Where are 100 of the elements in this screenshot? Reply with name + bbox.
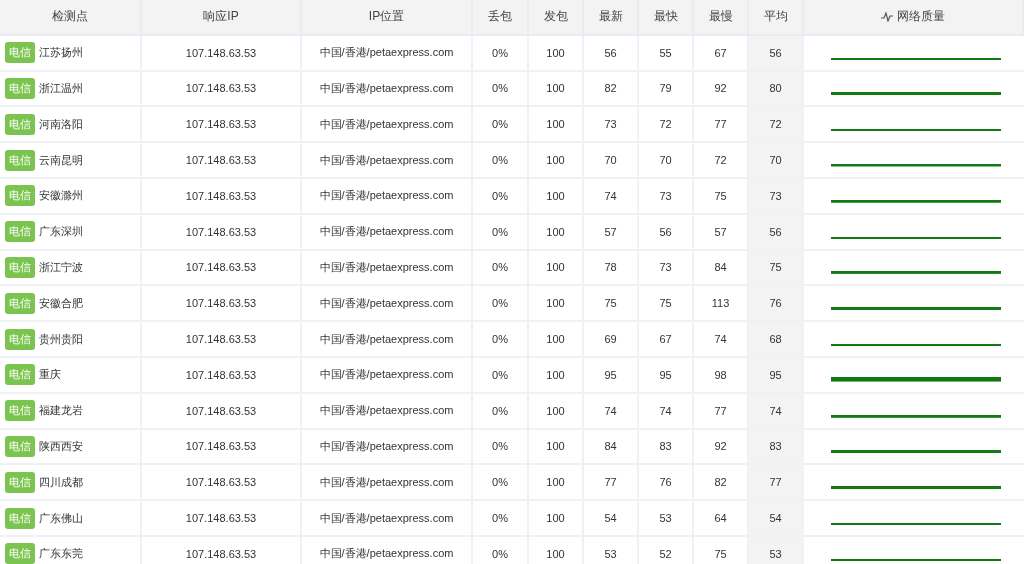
sent-cell: 100 bbox=[529, 71, 584, 108]
isp-tag: 电信 bbox=[5, 256, 35, 278]
sent-cell: 100 bbox=[529, 35, 584, 72]
fastest-cell: 74 bbox=[639, 393, 694, 430]
column-header[interactable]: 丢包 bbox=[473, 0, 529, 36]
location-cell: 中国/香港/petaexpress.com bbox=[302, 143, 473, 179]
location-cell: 中国/香港/petaexpress.com bbox=[302, 71, 473, 108]
checkpoint-name: 重庆 bbox=[39, 367, 61, 383]
column-header[interactable]: 平均 bbox=[749, 0, 804, 36]
ip-cell: 107.148.63.53 bbox=[142, 250, 302, 287]
sent-cell: 100 bbox=[529, 501, 584, 537]
pulse-icon bbox=[881, 11, 893, 22]
average-cell: 75 bbox=[749, 250, 804, 287]
average-cell: 72 bbox=[749, 107, 804, 144]
checkpoint-name: 江苏扬州 bbox=[39, 45, 83, 61]
ip-cell: 107.148.63.53 bbox=[142, 107, 302, 144]
checkpoint-name: 广东深圳 bbox=[39, 224, 83, 240]
location-cell: 中国/香港/petaexpress.com bbox=[302, 501, 473, 537]
location-cell: 中国/香港/petaexpress.com bbox=[302, 107, 473, 144]
column-header[interactable]: 检测点 bbox=[0, 0, 142, 36]
isp-tag: 电信 bbox=[5, 292, 35, 314]
loss-cell: 0% bbox=[473, 143, 529, 179]
column-header[interactable]: 网络质量 bbox=[804, 0, 1024, 36]
fastest-cell: 79 bbox=[639, 71, 694, 108]
sent-cell: 100 bbox=[529, 107, 584, 144]
loss-cell: 0% bbox=[473, 357, 529, 394]
isp-tag: 电信 bbox=[5, 113, 35, 135]
latest-cell: 70 bbox=[584, 143, 639, 179]
average-cell: 53 bbox=[749, 536, 804, 564]
sent-cell: 100 bbox=[529, 214, 584, 251]
fastest-cell: 72 bbox=[639, 107, 694, 144]
latest-cell: 69 bbox=[584, 322, 639, 358]
location-cell: 中国/香港/petaexpress.com bbox=[302, 179, 473, 215]
fastest-cell: 73 bbox=[639, 179, 694, 215]
column-header[interactable]: 发包 bbox=[529, 0, 584, 36]
column-header[interactable]: 响应IP bbox=[142, 0, 302, 36]
average-cell: 83 bbox=[749, 429, 804, 466]
location-cell: 中国/香港/petaexpress.com bbox=[302, 536, 473, 564]
isp-tag: 电信 bbox=[5, 42, 35, 64]
ip-cell: 107.148.63.53 bbox=[142, 465, 302, 502]
loss-cell: 0% bbox=[473, 71, 529, 108]
sent-cell: 100 bbox=[529, 465, 584, 502]
location-cell: 中国/香港/petaexpress.com bbox=[302, 250, 473, 287]
sent-cell: 100 bbox=[529, 286, 584, 323]
average-cell: 76 bbox=[749, 286, 804, 323]
column-header[interactable]: 最快 bbox=[639, 0, 694, 36]
ip-cell: 107.148.63.53 bbox=[142, 536, 302, 564]
checkpoint-name: 四川成都 bbox=[39, 474, 83, 490]
isp-tag: 电信 bbox=[5, 471, 35, 493]
average-cell: 54 bbox=[749, 501, 804, 537]
isp-tag: 电信 bbox=[5, 185, 35, 207]
checkpoint-name: 广东东莞 bbox=[39, 546, 83, 562]
location-cell: 中国/香港/petaexpress.com bbox=[302, 214, 473, 251]
checkpoint-name: 浙江宁波 bbox=[39, 259, 83, 275]
latest-cell: 84 bbox=[584, 429, 639, 466]
latest-cell: 56 bbox=[584, 35, 639, 72]
ip-cell: 107.148.63.53 bbox=[142, 286, 302, 323]
average-cell: 95 bbox=[749, 357, 804, 394]
fastest-cell: 52 bbox=[639, 536, 694, 564]
loss-cell: 0% bbox=[473, 35, 529, 72]
checkpoint-name: 河南洛阳 bbox=[39, 116, 83, 132]
checkpoint-name: 广东佛山 bbox=[39, 510, 83, 526]
average-cell: 56 bbox=[749, 35, 804, 72]
isp-tag: 电信 bbox=[5, 435, 35, 457]
isp-tag: 电信 bbox=[5, 221, 35, 243]
location-cell: 中国/香港/petaexpress.com bbox=[302, 286, 473, 323]
ip-cell: 107.148.63.53 bbox=[142, 322, 302, 358]
location-cell: 中国/香港/petaexpress.com bbox=[302, 429, 473, 466]
checkpoint-name: 福建龙岩 bbox=[39, 403, 83, 419]
location-cell: 中国/香港/petaexpress.com bbox=[302, 322, 473, 358]
latest-cell: 54 bbox=[584, 501, 639, 537]
isp-tag: 电信 bbox=[5, 328, 35, 350]
checkpoint-name: 浙江温州 bbox=[39, 81, 83, 96]
loss-cell: 0% bbox=[473, 107, 529, 144]
column-header[interactable]: 最慢 bbox=[694, 0, 749, 36]
latest-cell: 78 bbox=[584, 250, 639, 287]
column-header[interactable]: IP位置 bbox=[302, 0, 473, 36]
fastest-cell: 53 bbox=[639, 501, 694, 537]
average-cell: 56 bbox=[749, 214, 804, 251]
ip-cell: 107.148.63.53 bbox=[142, 71, 302, 108]
checkpoint-name: 安徽滁州 bbox=[39, 188, 83, 204]
fastest-cell: 95 bbox=[639, 357, 694, 394]
average-cell: 68 bbox=[749, 322, 804, 358]
isp-tag: 电信 bbox=[5, 507, 35, 529]
sent-cell: 100 bbox=[529, 393, 584, 430]
loss-cell: 0% bbox=[473, 250, 529, 287]
loss-cell: 0% bbox=[473, 536, 529, 564]
ip-cell: 107.148.63.53 bbox=[142, 214, 302, 251]
fastest-cell: 67 bbox=[639, 322, 694, 358]
latest-cell: 73 bbox=[584, 107, 639, 144]
column-header[interactable]: 最新 bbox=[584, 0, 639, 36]
loss-cell: 0% bbox=[473, 179, 529, 215]
sent-cell: 100 bbox=[529, 429, 584, 466]
average-cell: 74 bbox=[749, 393, 804, 430]
ip-cell: 107.148.63.53 bbox=[142, 429, 302, 466]
checkpoint-name: 安徽合肥 bbox=[39, 295, 83, 311]
latest-cell: 77 bbox=[584, 465, 639, 502]
sent-cell: 100 bbox=[529, 322, 584, 358]
loss-cell: 0% bbox=[473, 214, 529, 251]
latest-cell: 75 bbox=[584, 286, 639, 323]
